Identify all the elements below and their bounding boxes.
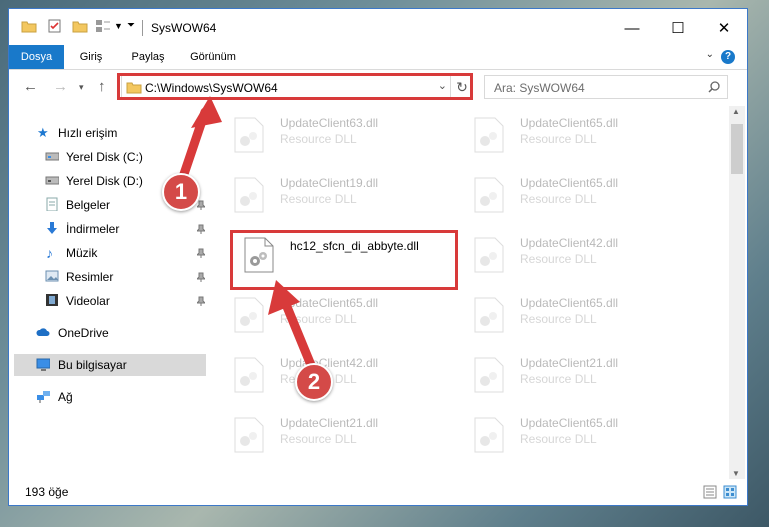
step-2-badge: 2	[295, 363, 333, 401]
step-1-badge: 1	[162, 173, 200, 211]
annotation-arrows	[177, 96, 318, 375]
arrow-1-head	[191, 96, 222, 128]
arrow-2-shaft	[278, 292, 318, 375]
